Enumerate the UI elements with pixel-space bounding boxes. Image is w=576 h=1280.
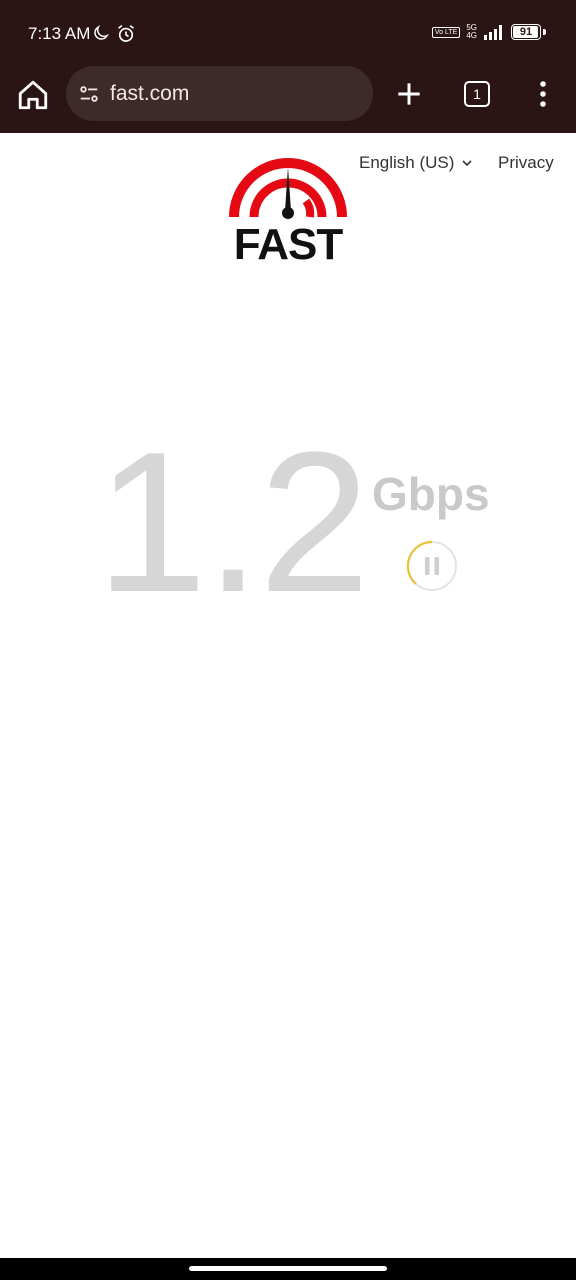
logo-text: FAST: [233, 220, 343, 269]
battery-icon: 91: [511, 24, 541, 40]
home-icon[interactable]: [16, 78, 50, 112]
new-tab-icon[interactable]: [393, 78, 425, 110]
address-bar[interactable]: fast.com: [66, 66, 373, 121]
language-label: English (US): [359, 153, 455, 172]
network-indicator: 5G 4G: [466, 23, 477, 40]
tab-count: 1: [473, 86, 481, 102]
web-page: English (US) Privacy FAST 1.2 Gbps: [0, 133, 576, 1258]
more-options-icon[interactable]: [532, 78, 554, 110]
status-bar: 7:13 AM Vo LTE 5G 4G 91: [0, 0, 576, 66]
tab-switcher-button[interactable]: 1: [464, 81, 490, 107]
language-selector[interactable]: English (US): [359, 153, 472, 173]
volte-icon: Vo LTE: [431, 26, 461, 38]
url-text: fast.com: [110, 81, 190, 105]
alarm-icon: [118, 25, 134, 42]
moon-icon: [94, 25, 109, 40]
status-time: 7:13 AM: [28, 24, 91, 43]
chevron-down-icon: [462, 160, 472, 167]
site-settings-icon[interactable]: [78, 83, 100, 105]
pause-icon[interactable]: [406, 540, 458, 592]
speed-value: 1.2: [96, 411, 370, 634]
signal-icon: [484, 25, 502, 40]
browser-toolbar: fast.com 1: [0, 66, 576, 133]
privacy-link[interactable]: Privacy: [498, 153, 554, 173]
home-gesture-handle[interactable]: [189, 1266, 387, 1271]
battery-level: 91: [519, 26, 533, 38]
navigation-bar: [0, 1258, 576, 1280]
fast-logo-icon: [229, 158, 347, 219]
speed-unit: Gbps: [372, 468, 490, 520]
